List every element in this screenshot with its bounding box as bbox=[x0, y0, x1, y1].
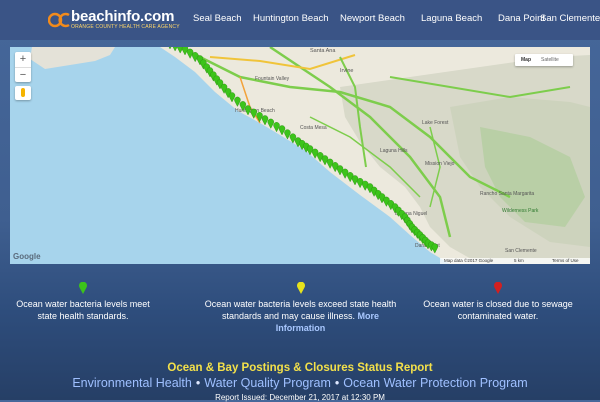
nav-item-laguna-beach[interactable]: Laguna Beach bbox=[421, 13, 482, 24]
red-pin-icon bbox=[494, 282, 502, 294]
beachinfo-logo[interactable]: beachinfo.com ORANGE COUNTY HEALTH CARE … bbox=[48, 9, 180, 33]
map-scale: 5 km bbox=[514, 258, 524, 263]
place-label: San Clemente bbox=[505, 248, 537, 254]
place-label: Costa Mesa bbox=[300, 125, 327, 131]
place-label: Laguna Hills bbox=[380, 148, 408, 154]
place-label: Fountain Valley bbox=[255, 76, 290, 82]
report-issued: Report Issued: December 21, 2017 at 12:3… bbox=[215, 393, 385, 402]
street-view-pegman-icon[interactable] bbox=[15, 86, 31, 100]
land-area-northwest bbox=[30, 47, 115, 69]
environmental-health-link[interactable]: Environmental Health bbox=[72, 376, 192, 390]
nav-item-dana-point[interactable]: Dana Point bbox=[498, 13, 545, 24]
water-quality-program-link[interactable]: Water Quality Program bbox=[204, 376, 331, 390]
nav-item-newport-beach[interactable]: Newport Beach bbox=[340, 13, 405, 24]
map-type-control: Map Satellite bbox=[515, 54, 573, 66]
place-label: Mission Viejo bbox=[425, 161, 455, 167]
map-data-attribution: Map data ©2017 Google bbox=[444, 258, 494, 263]
program-links: Environmental Health • Water Quality Progr… bbox=[0, 376, 600, 390]
separator: • bbox=[334, 376, 340, 390]
ocean-water-protection-link[interactable]: Ocean Water Protection Program bbox=[343, 376, 527, 390]
report-title: Ocean & Bay Postings & Closures Status R… bbox=[167, 362, 433, 374]
place-label: Irvine bbox=[340, 68, 353, 74]
nav-item-huntington-beach[interactable]: Huntington Beach bbox=[253, 13, 329, 24]
legend-red-text: Ocean water is closed due to sewage cont… bbox=[423, 299, 573, 321]
legend-green: Ocean water bacteria levels meet state h… bbox=[8, 282, 158, 322]
zoom-in-button[interactable]: + bbox=[15, 52, 31, 68]
separator: • bbox=[195, 376, 201, 390]
google-logo: Google bbox=[13, 252, 41, 261]
map-canvas[interactable]: Santa Ana Irvine Fountain Valley Costa M… bbox=[10, 47, 590, 264]
place-label: Santa Ana bbox=[310, 48, 336, 54]
zoom-out-button[interactable]: − bbox=[15, 68, 31, 83]
legend-red: Ocean water is closed due to sewage cont… bbox=[418, 282, 578, 322]
beach-status-map[interactable]: Santa Ana Irvine Fountain Valley Costa M… bbox=[10, 47, 590, 264]
map-type-map-button[interactable]: Map bbox=[521, 54, 531, 66]
map-type-satellite-button[interactable]: Satellite bbox=[541, 54, 559, 66]
place-label: Wilderness Park bbox=[502, 208, 539, 214]
green-pin-icon bbox=[79, 282, 87, 294]
top-navigation-bar: beachinfo.com ORANGE COUNTY HEALTH CARE … bbox=[0, 0, 600, 40]
oc-logo-icon bbox=[48, 12, 70, 28]
map-terms-link[interactable]: Terms of Use bbox=[552, 258, 579, 264]
nav-item-seal-beach[interactable]: Seal Beach bbox=[193, 13, 242, 24]
legend-yellow: Ocean water bacteria levels exceed state… bbox=[203, 282, 398, 334]
legend-green-text: Ocean water bacteria levels meet state h… bbox=[16, 299, 150, 321]
nav-item-san-clemente[interactable]: San Clemente bbox=[540, 13, 600, 24]
place-label: Rancho Santa Margarita bbox=[480, 191, 534, 197]
yellow-pin-icon bbox=[296, 282, 305, 294]
map-footer: Map data ©2017 Google 5 km Terms of Use bbox=[440, 258, 590, 264]
place-label: Lake Forest bbox=[422, 120, 449, 126]
brand-name: beachinfo.com bbox=[71, 8, 175, 25]
zoom-control: + − bbox=[15, 52, 31, 82]
brand-tagline: ORANGE COUNTY HEALTH CARE AGENCY bbox=[71, 24, 180, 30]
